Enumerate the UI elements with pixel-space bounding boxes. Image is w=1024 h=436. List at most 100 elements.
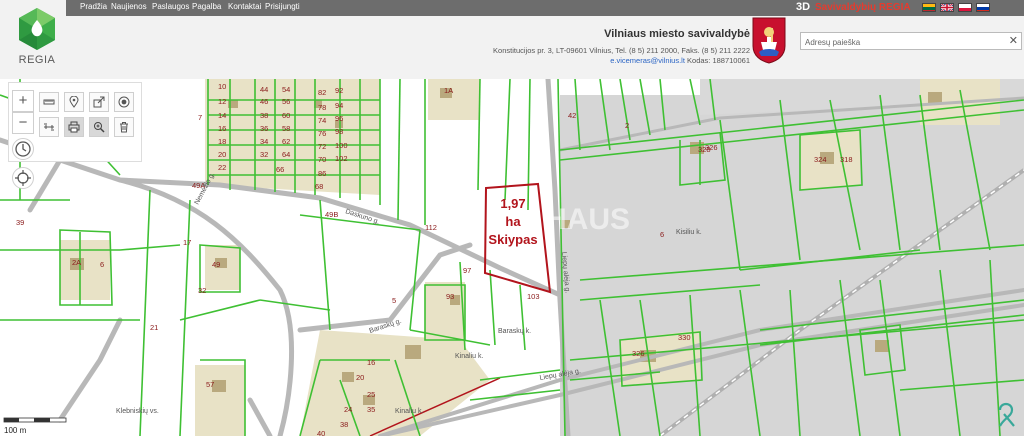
- vilnius-coat-of-arms-icon: [752, 17, 786, 64]
- parcel-number: 35: [367, 405, 375, 414]
- nav-item-naujienos[interactable]: Naujienos: [111, 2, 147, 11]
- parcel-number: 6: [660, 230, 664, 239]
- zoom-in-button[interactable]: +: [12, 90, 34, 112]
- parcel-number: 103: [527, 292, 540, 301]
- municipality-email-link[interactable]: e.vicemeras@vilnius.lt: [610, 56, 685, 65]
- parcel-number: 16: [218, 124, 226, 133]
- parcel-number: 2A: [72, 258, 81, 267]
- parcel-number: 32: [260, 150, 268, 159]
- logo-text: REGIA: [18, 54, 56, 66]
- regia-logo[interactable]: REGIA: [14, 6, 60, 70]
- cadastral-map[interactable]: 10 44 5412 46 5614 38 6016 36 5818 34 6220 32 6422 66…: [0, 79, 1024, 436]
- parcel-number: 14: [218, 111, 226, 120]
- parcel-number: 97: [463, 266, 471, 275]
- parcel-number: 326: [632, 349, 645, 358]
- parcel-number: 25: [367, 390, 375, 399]
- parcel-number: 57: [206, 380, 214, 389]
- measure-distance-button[interactable]: [39, 92, 59, 112]
- parcel-number: 40: [317, 429, 325, 436]
- parcel-number: 20: [356, 373, 364, 382]
- plot-area-unit: ha: [505, 214, 521, 229]
- plus-icon: +: [18, 92, 28, 109]
- clock-icon: [15, 141, 31, 157]
- watermark: HAUS: [545, 203, 631, 236]
- history-button[interactable]: [12, 138, 34, 160]
- print-button[interactable]: [64, 117, 84, 137]
- measure-area-button[interactable]: [39, 117, 59, 137]
- header: Pradžia Naujienos Paslaugos Pagalba Kont…: [0, 0, 1024, 79]
- parcel-number: 18: [218, 137, 226, 146]
- parcel-number: 78: [318, 103, 326, 112]
- page: Pradžia Naujienos Paslaugos Pagalba Kont…: [0, 0, 1024, 436]
- nav-item-pagalba[interactable]: Pagalba: [192, 2, 221, 11]
- measure-area-icon: [44, 123, 54, 131]
- street-label: Baraskų k.: [498, 328, 531, 335]
- municipality-address: Konstitucijos pr. 3, LT-09601 Vilnius, T…: [493, 46, 750, 55]
- parcel-number: 6: [100, 260, 104, 269]
- parcel-number: 32: [198, 286, 206, 295]
- parcel-number: 74: [318, 116, 326, 125]
- flag-pl-icon[interactable]: [958, 3, 972, 12]
- parcel-number: 54: [282, 85, 290, 94]
- parcel-number: 76: [318, 129, 326, 138]
- minus-icon: −: [18, 114, 28, 131]
- parcel-number: 93: [446, 292, 454, 301]
- parcel-number: 112: [425, 223, 437, 232]
- parcel-number: 12: [218, 97, 226, 106]
- locate-me-button[interactable]: [12, 167, 34, 189]
- parcel-number: 24: [344, 405, 352, 414]
- parcel-number: 70: [318, 155, 326, 164]
- top-nav-bar: Pradžia Naujienos Paslaugos Pagalba Kont…: [66, 0, 785, 16]
- parcel-number: 34: [260, 137, 268, 146]
- brand-3d-label[interactable]: 3D: [796, 1, 810, 13]
- parcel-number: 49: [212, 260, 220, 269]
- share-button[interactable]: [89, 92, 109, 112]
- parcel-number: 49B: [325, 210, 338, 219]
- address-search-input[interactable]: [801, 33, 1007, 51]
- parcel-number: 21: [150, 323, 158, 332]
- parcel-number: 38: [260, 111, 268, 120]
- parcel-number: 102: [335, 154, 348, 163]
- brand-name[interactable]: Savivaldybių REGIA: [815, 2, 911, 13]
- parcel-number: 318: [840, 155, 853, 164]
- share-icon: [93, 96, 105, 108]
- plot-area-value: 1,97: [500, 196, 526, 211]
- search-clear-icon[interactable]: ✕: [1009, 34, 1018, 48]
- scale-label: 100 m: [4, 426, 27, 435]
- place-marker-button[interactable]: [64, 92, 84, 112]
- street-label: Klebniskių vs.: [116, 408, 159, 415]
- parcel-number: 324: [814, 155, 827, 164]
- zoom-out-button[interactable]: −: [12, 112, 34, 134]
- identify-search-icon: [94, 122, 105, 133]
- nav-item-paslaugos[interactable]: Paslaugos: [152, 2, 189, 11]
- delete-button[interactable]: [114, 117, 134, 137]
- scale-bar: [3, 417, 67, 423]
- printer-icon: [68, 121, 80, 133]
- parcel-number: 328: [698, 145, 711, 154]
- parcel-number: 96: [335, 114, 343, 123]
- parcel-number: 94: [335, 101, 343, 110]
- nav-item-pradzia[interactable]: Pradžia: [80, 2, 107, 11]
- parcel-number: 86: [318, 169, 326, 178]
- parcel-number: 56: [282, 97, 290, 106]
- nav-item-kontaktai[interactable]: Kontaktai: [228, 2, 261, 11]
- target-button[interactable]: [114, 92, 134, 112]
- parcel-number: 36: [260, 124, 268, 133]
- street-label: Kinaliu k.: [455, 353, 483, 360]
- parcel-number: 62: [282, 137, 290, 146]
- municipality-code: Kodas: 188710061: [684, 56, 750, 65]
- parcel-number: 66: [276, 165, 284, 174]
- nav-item-prisijungti[interactable]: Prisijungti: [265, 2, 300, 11]
- flag-lt-icon[interactable]: [922, 3, 936, 12]
- regia-logo-icon: [19, 8, 55, 50]
- identify-button[interactable]: [89, 117, 109, 137]
- parcel-number: 72: [318, 142, 326, 151]
- parcel-number: 1A: [444, 86, 453, 95]
- flag-en-icon[interactable]: [940, 3, 954, 12]
- parcel-number: 82: [318, 88, 326, 97]
- flag-ru-icon[interactable]: [976, 3, 990, 12]
- parcel-number: 39: [16, 218, 24, 227]
- plot-area-label: 1,97 ha Skiypas: [487, 195, 539, 249]
- trash-icon: [120, 122, 128, 133]
- parcel-number: 7: [198, 113, 202, 122]
